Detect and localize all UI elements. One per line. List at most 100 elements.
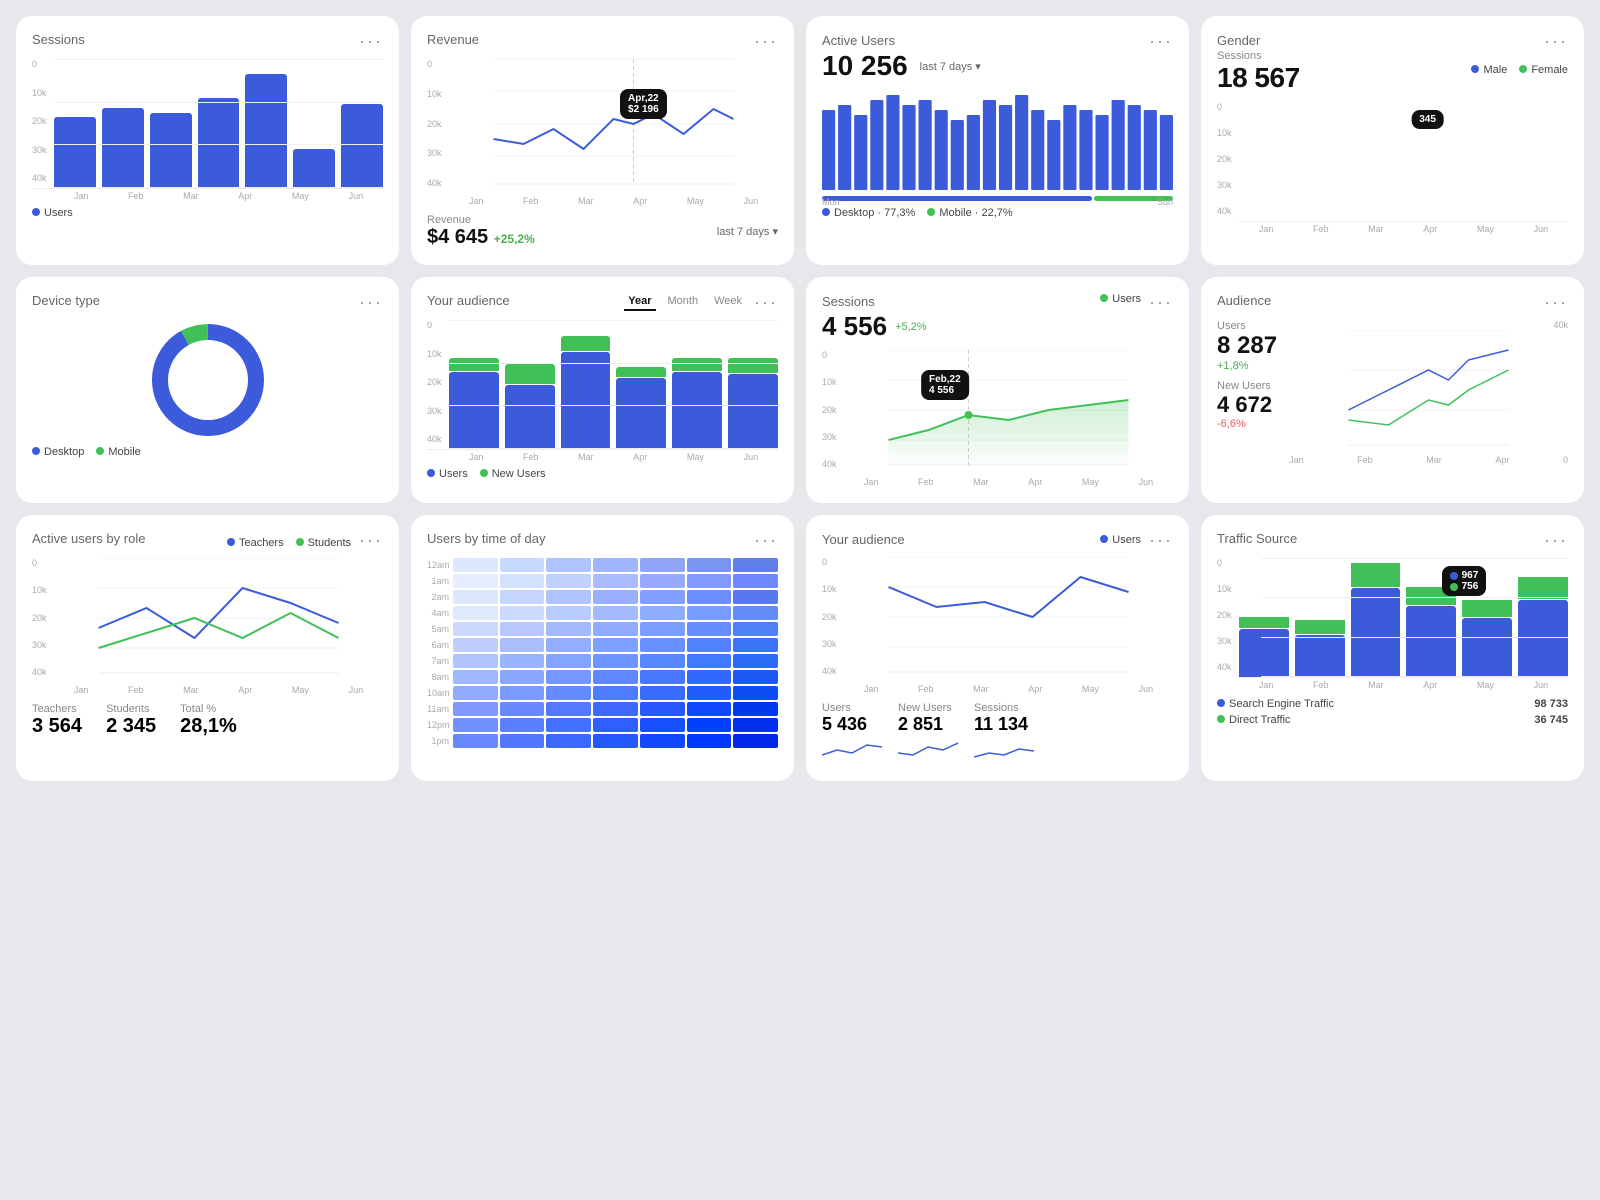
gender-chart: 40k 30k 20k 10k 0 345 — [1217, 102, 1568, 234]
revenue-tooltip: Apr,22 $2 196 — [620, 89, 667, 119]
revenue-footer: Revenue $4 645 +25,2% last 7 days ▾ — [427, 214, 778, 249]
traffic-tooltip: 967 756 — [1442, 566, 1487, 596]
active-users-bars: Mon Sun — [822, 90, 1173, 190]
sessions-card: Sessions ··· 40k 30k 20k 10k 0 — [16, 16, 399, 265]
gender-value: 18 567 — [1217, 62, 1300, 94]
bar-jan — [54, 117, 96, 188]
sessions-bar-chart — [32, 59, 383, 189]
sessions-small-title: Sessions — [822, 294, 875, 309]
bar-apr — [198, 98, 240, 188]
your-audience-small-card: Your audience Users ··· 40k 30k 20k 10k … — [806, 515, 1189, 781]
audience-tabs: Year Month Week — [624, 293, 746, 311]
your-audience-small-title: Your audience — [822, 532, 905, 547]
sessions-x-labels: Jan Feb Mar Apr May Jun — [32, 191, 383, 201]
sessions-small-header: Sessions 4 556 +5,2% Users ··· — [822, 293, 1173, 342]
bar-jun — [341, 104, 383, 188]
sessions-menu[interactable]: ··· — [359, 32, 383, 50]
heatmap: 12am 1am — [427, 558, 778, 748]
tab-month[interactable]: Month — [664, 293, 703, 311]
sessions-small-chart: 40k 30k 20k 10k 0 Feb,22 4 556 — [822, 350, 1173, 487]
gender-card: Gender Sessions 18 567 ··· Male Female 4… — [1201, 16, 1584, 265]
donut-svg — [148, 320, 268, 440]
gender-session-label: Sessions — [1217, 50, 1300, 62]
active-users-legend: Desktop · 77,3% Mobile · 22,7% — [822, 207, 1173, 219]
your-audience-small-svg — [844, 557, 1173, 677]
gender-title: Gender — [1217, 33, 1260, 48]
revenue-menu[interactable]: ··· — [754, 32, 778, 50]
your-audience-header: Your audience Year Month Week ··· — [427, 293, 778, 312]
active-users-card: Active Users 10 256 last 7 days ▾ ··· — [806, 16, 1189, 265]
active-users-svg — [822, 90, 1173, 190]
your-audience-chart: 40k 30k 20k 10k 0 — [427, 320, 778, 462]
active-users-title: Active Users — [822, 33, 895, 48]
device-title: Device type — [32, 293, 100, 308]
sessions-chart: 40k 30k 20k 10k 0 — [32, 59, 383, 201]
your-audience-small-chart: 40k 30k 20k 10k 0 Jan Feb Mar — [822, 557, 1173, 694]
traffic-source-title: Traffic Source — [1217, 531, 1297, 546]
traffic-source-card: Traffic Source ··· 40k 30k 20k 10k 0 967… — [1201, 515, 1584, 781]
active-by-role-header: Active users by role Teachers Students ·… — [32, 531, 383, 550]
users-time-card: Users by time of day ··· 12am 1am — [411, 515, 794, 781]
revenue-card: Revenue ··· 40k 30k 20k 10k 0 Apr,22 $2 … — [411, 16, 794, 265]
device-menu[interactable]: ··· — [359, 293, 383, 311]
tab-week[interactable]: Week — [710, 293, 746, 311]
users-time-menu[interactable]: ··· — [754, 531, 778, 549]
sparkline-users — [822, 735, 882, 760]
your-audience-small-menu[interactable]: ··· — [1149, 531, 1173, 549]
audience-svg — [1289, 330, 1568, 450]
gender-menu[interactable]: ··· — [1544, 32, 1568, 50]
active-users-xlabels: Mon Sun — [822, 197, 1173, 207]
revenue-svg-container: Apr,22 $2 196 — [427, 59, 778, 194]
revenue-x-labels: Jan Feb Mar Apr May Jun — [427, 196, 778, 206]
users-time-header: Users by time of day ··· — [427, 531, 778, 550]
revenue-svg — [449, 59, 778, 189]
sessions-small-menu[interactable]: ··· — [1149, 293, 1173, 311]
audience-header: Audience ··· — [1217, 293, 1568, 312]
active-users-menu[interactable]: ··· — [1149, 32, 1173, 50]
traffic-bars — [1239, 558, 1568, 678]
revenue-header: Revenue ··· — [427, 32, 778, 51]
traffic-legend-stats: Search Engine Traffic 98 733 Direct Traf… — [1217, 698, 1568, 726]
your-audience-card: Your audience Year Month Week ··· 40k 30… — [411, 277, 794, 503]
donut-container — [32, 320, 383, 440]
sessions-small-svg — [844, 350, 1173, 470]
sessions-small-value: 4 556 — [822, 311, 887, 342]
audience-stacked-bars — [427, 320, 778, 450]
active-by-role-title: Active users by role — [32, 531, 145, 546]
audience-users-value: 8 287 — [1217, 332, 1277, 360]
your-audience-title: Your audience — [427, 293, 510, 308]
revenue-period[interactable]: last 7 days ▾ — [717, 225, 778, 238]
traffic-source-menu[interactable]: ··· — [1544, 531, 1568, 549]
device-header: Device type ··· — [32, 293, 383, 312]
active-by-role-card: Active users by role Teachers Students ·… — [16, 515, 399, 781]
sessions-small-change: +5,2% — [895, 321, 927, 333]
bar-mar — [150, 113, 192, 188]
active-by-role-stats: Teachers 3 564 Students 2 345 Total % 28… — [32, 703, 383, 738]
gender-bars — [1239, 102, 1568, 222]
users-time-title: Users by time of day — [427, 531, 546, 546]
bar-may2 — [293, 149, 335, 188]
revenue-title: Revenue — [427, 32, 479, 47]
audience-card: Audience ··· Users 8 287 +1,8% New Users… — [1201, 277, 1584, 503]
sessions-legend-dot — [32, 208, 40, 216]
gender-tooltip: 345 — [1411, 110, 1444, 129]
your-audience-small-header: Your audience Users ··· — [822, 531, 1173, 549]
active-users-header: Active Users 10 256 last 7 days ▾ ··· — [822, 32, 1173, 82]
bar-may — [245, 74, 287, 188]
tab-year[interactable]: Year — [624, 293, 655, 311]
sparkline-new-users — [898, 735, 958, 760]
sessions-small-card: Sessions 4 556 +5,2% Users ··· 40k 30k 2… — [806, 277, 1189, 503]
your-audience-legend: Users New Users — [427, 468, 778, 480]
audience-menu[interactable]: ··· — [1544, 293, 1568, 311]
active-users-period[interactable]: last 7 days ▾ — [920, 60, 981, 73]
sessions-legend: Users — [32, 207, 383, 219]
sessions-title: Sessions — [32, 32, 85, 47]
active-by-role-menu[interactable]: ··· — [359, 531, 383, 549]
your-audience-menu[interactable]: ··· — [754, 293, 778, 311]
bar-feb — [102, 108, 144, 188]
active-users-value: 10 256 — [822, 50, 908, 82]
sessions-small-tooltip: Feb,22 4 556 — [921, 370, 969, 400]
sessions-header: Sessions ··· — [32, 32, 383, 51]
revenue-chart: 40k 30k 20k 10k 0 Apr,22 $2 196 — [427, 59, 778, 206]
your-audience-small-stats: Users 5 436 New Users 2 851 Sessions 11 … — [822, 702, 1173, 765]
